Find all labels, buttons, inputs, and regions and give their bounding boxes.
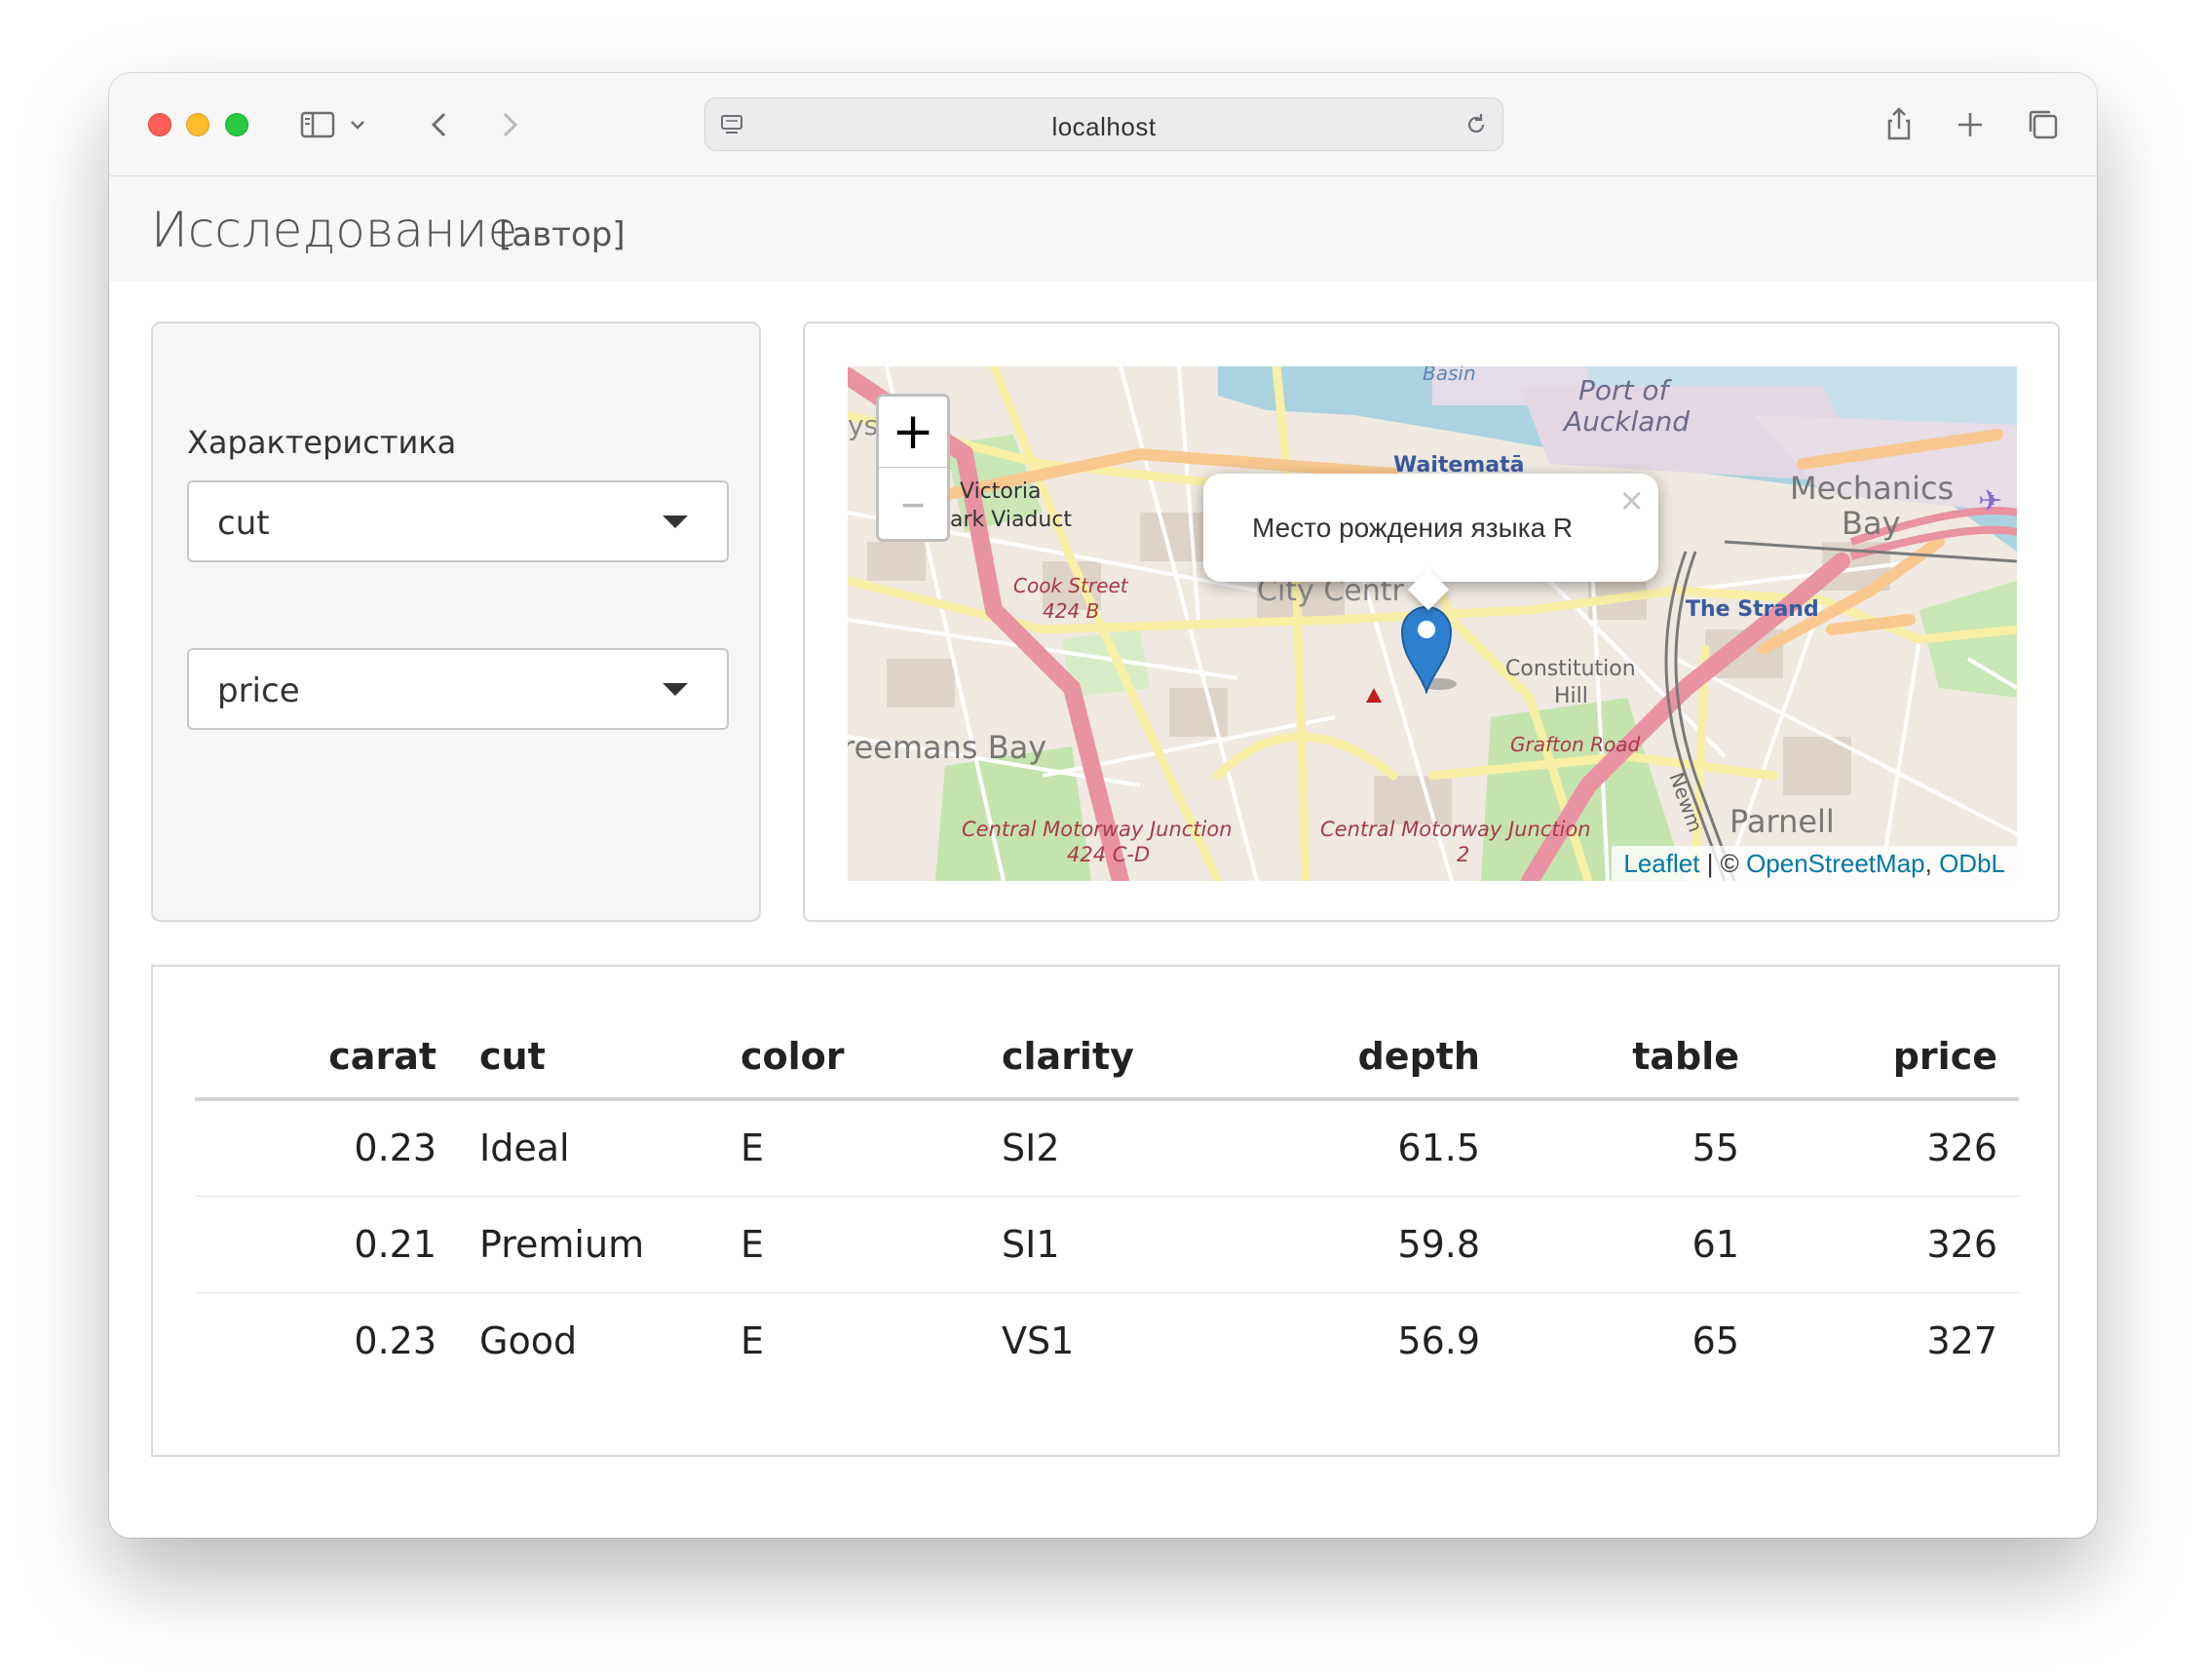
cell-depth: 56.9 (1397, 1318, 1480, 1362)
table-row: 0.23 Good E VS1 56.9 65 327 (195, 1292, 2019, 1389)
sidebar-panel: Характеристика cut price (151, 322, 761, 922)
map-label: Auckland (1562, 405, 1690, 438)
cell-table: 65 (1691, 1318, 1739, 1362)
caret-down-icon (663, 683, 688, 696)
cell-color: E (719, 1099, 980, 1197)
cell-cut: Premium (458, 1196, 719, 1293)
browser-window: localhost Исследование [автор] Характери… (109, 73, 2097, 1538)
map-panel: Basin Port of Auckland Cook Street 424 B… (803, 322, 2060, 922)
airport-icon: ✈ (1978, 484, 2002, 518)
cell-clarity: SI1 (980, 1196, 1238, 1293)
new-tab-icon[interactable] (1951, 105, 1990, 144)
characteristic-select[interactable]: cut (187, 480, 729, 562)
cell-color: E (741, 1318, 765, 1362)
odbl-link[interactable]: ODbL (1939, 849, 2005, 878)
map-label: Central Motorway Junction (962, 818, 1233, 841)
app-header: Исследование [автор] (109, 176, 2097, 282)
cell-cut: Good (479, 1318, 578, 1362)
map-label: ys (848, 409, 878, 441)
map-label: Constitution (1505, 657, 1636, 681)
table-row: 0.21 Premium E SI1 59.8 61 326 (195, 1196, 2019, 1293)
leaflet-link[interactable]: Leaflet (1623, 849, 1699, 878)
map-label: Grafton Road (1510, 733, 1641, 756)
column-header-clarity[interactable]: clarity (980, 1015, 1238, 1101)
zoom-window-button[interactable] (225, 113, 248, 136)
tab-overview-icon[interactable] (2024, 105, 2063, 144)
map-popup: Место рождения языка R × (1203, 474, 1658, 611)
column-header-carat[interactable]: carat (195, 1015, 458, 1101)
cell-clarity: SI2 (980, 1099, 1238, 1197)
cell-depth: 59.8 (1238, 1196, 1501, 1293)
zoom-out-button[interactable]: – (879, 468, 947, 539)
page-subtitle: [автор] (499, 215, 626, 254)
map-label: Basin (1423, 366, 1476, 385)
column-header-table[interactable]: table (1501, 1015, 1761, 1101)
browser-toolbar: localhost (109, 73, 2097, 176)
map-label: Parnell (1729, 803, 1835, 840)
chevron-down-icon[interactable] (343, 105, 372, 144)
minimize-window-button[interactable] (186, 113, 209, 136)
back-icon[interactable] (421, 105, 460, 144)
map-label: reemans Bay (848, 729, 1046, 766)
map-label: Victoria (960, 479, 1042, 504)
select-value: cut (217, 504, 270, 543)
value-select[interactable]: price (187, 648, 729, 730)
zoom-control: + – (876, 394, 950, 542)
url-text: localhost (1051, 112, 1157, 141)
column-header-depth[interactable]: depth (1238, 1015, 1501, 1101)
sidebar-toggle-icon[interactable] (298, 105, 337, 144)
cell-table: 55 (1501, 1099, 1761, 1197)
cell-cut: Ideal (458, 1099, 719, 1197)
map-label: Cook Street (1013, 574, 1129, 597)
cell-carat: 0.23 (354, 1318, 437, 1362)
map-label: 2 (1457, 843, 1469, 866)
cell-table: 61 (1501, 1196, 1761, 1293)
column-header-cut[interactable]: cut (458, 1015, 719, 1101)
map-label: Central Motorway Junction (1320, 818, 1591, 841)
map-label: The Strand (1686, 597, 1819, 622)
map-label: Hill (1554, 684, 1588, 708)
cell-price: 327 (1926, 1318, 1997, 1362)
cell-carat: 0.21 (195, 1196, 458, 1293)
characteristic-label: Характеристика (187, 424, 457, 461)
data-table: carat cut color clarity depth table pric… (195, 1015, 2019, 1389)
map-label: Bay (1842, 505, 1901, 542)
address-bar[interactable]: localhost (704, 97, 1503, 151)
column-header-color[interactable]: color (719, 1015, 980, 1101)
map-label: Mechanics (1790, 470, 1954, 507)
map-label: 424 C-D (1067, 843, 1150, 866)
share-icon[interactable] (1880, 105, 1919, 144)
cell-carat: 0.23 (195, 1099, 458, 1197)
select-value: price (217, 671, 300, 710)
map-label: Port of (1578, 374, 1673, 406)
cell-clarity: VS1 (1002, 1318, 1075, 1362)
popup-close-button[interactable]: × (1618, 481, 1645, 518)
reload-icon[interactable] (1462, 110, 1491, 139)
map-label: ark Viaduct (950, 508, 1072, 532)
cell-price: 326 (1761, 1099, 2019, 1197)
close-window-button[interactable] (148, 113, 171, 136)
data-table-panel: carat cut color clarity depth table pric… (151, 965, 2060, 1457)
map-attribution: Leaflet | © OpenStreetMap, ODbL (1612, 846, 2017, 881)
caret-down-icon (663, 515, 688, 528)
map-label: 424 B (1043, 599, 1099, 623)
cell-color: E (719, 1196, 980, 1293)
page-title: Исследование (151, 202, 518, 258)
leaflet-map[interactable]: Basin Port of Auckland Cook Street 424 B… (848, 366, 2017, 881)
table-header-row: carat cut color clarity depth table pric… (195, 1015, 2019, 1101)
table-row: 0.23 Ideal E SI2 61.5 55 326 (195, 1099, 2019, 1197)
attribution-comma: , (1924, 849, 1940, 878)
cell-depth: 61.5 (1238, 1099, 1501, 1197)
attribution-separator: | © (1699, 849, 1747, 878)
column-header-price[interactable]: price (1761, 1015, 2019, 1101)
cell-price: 326 (1761, 1196, 2019, 1293)
zoom-in-button[interactable]: + (879, 397, 947, 468)
osm-link[interactable]: OpenStreetMap (1746, 849, 1925, 878)
forward-icon[interactable] (489, 105, 528, 144)
popup-text: Место рождения языка R (1252, 513, 1574, 543)
map-marker-icon[interactable] (1396, 598, 1457, 696)
